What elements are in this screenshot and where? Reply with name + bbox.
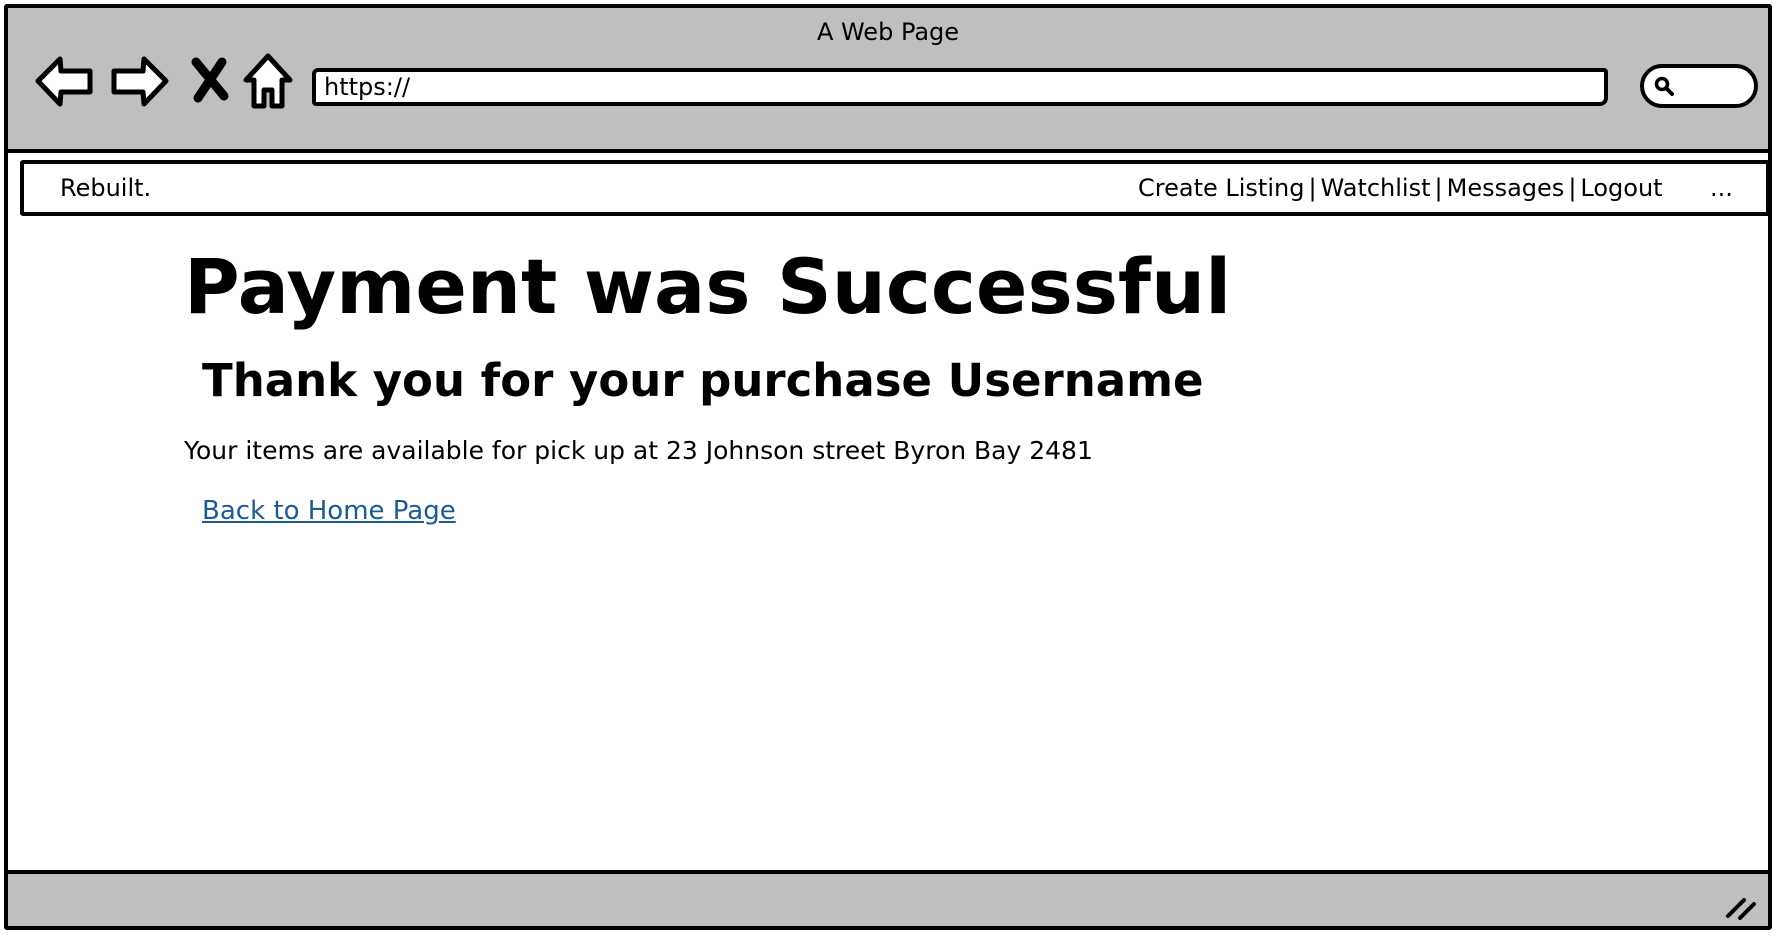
nav-links: Create Listing | Watchlist | Messages | Logout xyxy=(1138,174,1663,202)
thank-you-message: Thank you for your purchase Username xyxy=(202,354,1204,407)
nav-link-create-listing[interactable]: Create Listing xyxy=(1138,174,1304,202)
forward-arrow-icon[interactable] xyxy=(108,52,170,110)
window-title: A Web Page xyxy=(816,18,960,46)
status-bar xyxy=(8,870,1768,926)
site-navbar: Rebuilt. Create Listing | Watchlist | Messag… xyxy=(20,160,1768,216)
url-input[interactable]: https:// xyxy=(312,68,1608,106)
close-icon[interactable] xyxy=(188,52,232,110)
nav-link-messages[interactable]: Messages xyxy=(1447,174,1565,202)
back-to-home-link[interactable]: Back to Home Page xyxy=(202,496,456,526)
browser-chrome: A Web Page https:// xyxy=(8,8,1768,153)
nav-link-logout[interactable]: Logout xyxy=(1580,174,1662,202)
brand-logo[interactable]: Rebuilt. xyxy=(60,174,151,202)
resize-grip-icon[interactable] xyxy=(1724,892,1758,920)
search-input[interactable] xyxy=(1640,64,1758,108)
pickup-info: Your items are available for pick up at … xyxy=(184,436,1093,465)
home-icon[interactable] xyxy=(242,52,294,110)
nav-link-watchlist[interactable]: Watchlist xyxy=(1321,174,1431,202)
back-arrow-icon[interactable] xyxy=(34,52,96,110)
browser-window: A Web Page https:// Rebuilt. Create List… xyxy=(4,4,1772,930)
nav-separator: | xyxy=(1308,174,1317,202)
nav-separator: | xyxy=(1568,174,1577,202)
search-icon xyxy=(1654,76,1674,96)
more-menu-button[interactable]: ... xyxy=(1710,174,1733,202)
nav-separator: | xyxy=(1434,174,1443,202)
page-title: Payment was Successful xyxy=(184,242,1232,331)
